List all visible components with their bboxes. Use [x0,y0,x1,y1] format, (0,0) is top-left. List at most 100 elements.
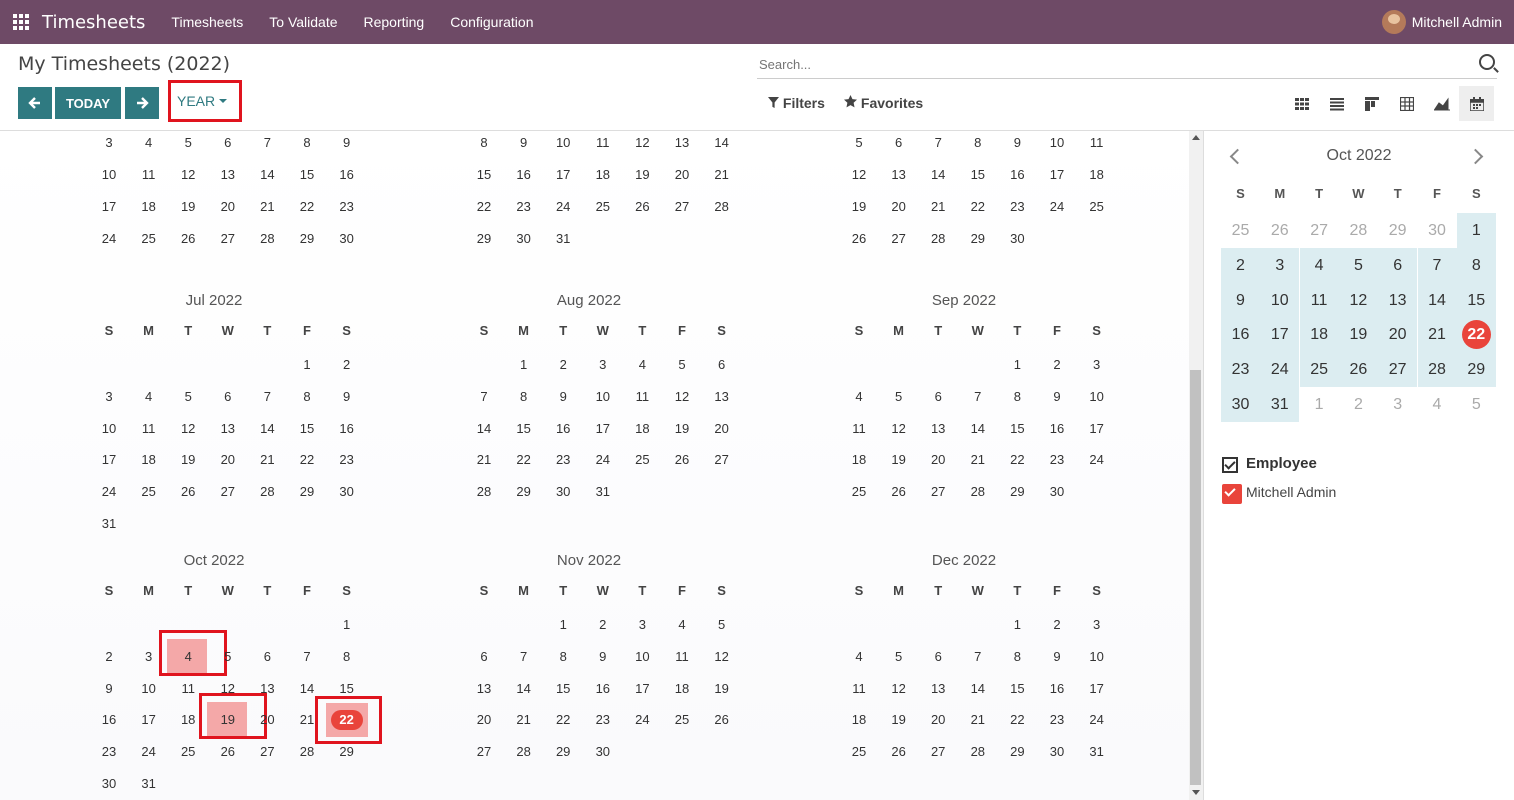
calendar-day[interactable]: 8 [509,387,539,407]
mini-calendar-day[interactable]: 2 [1339,387,1378,422]
calendar-day[interactable]: 30 [548,482,578,502]
calendar-day[interactable]: 2 [588,615,618,635]
calendar-day[interactable]: 6 [884,133,914,153]
calendar-day[interactable]: 8 [292,387,322,407]
calendar-day[interactable]: 7 [292,647,322,667]
grid-view-button[interactable] [1389,86,1424,121]
list-view-button[interactable] [1319,86,1354,121]
calendar-day[interactable]: 16 [1042,419,1072,439]
calendar-day[interactable]: 16 [1002,165,1032,185]
calendar-day[interactable]: 10 [588,387,618,407]
calendar-day[interactable]: 31 [1082,742,1112,762]
calendar-day[interactable]: 12 [627,133,657,153]
calendar-day[interactable]: 5 [844,133,874,153]
calendar-day[interactable]: 31 [94,514,124,534]
mini-calendar-day[interactable]: 10 [1260,282,1300,318]
calendar-day[interactable]: 15 [292,419,322,439]
calendar-day[interactable]: 22 [963,197,993,217]
calendar-day[interactable]: 6 [923,387,953,407]
calendar-day[interactable]: 18 [844,450,874,470]
mini-calendar-day[interactable]: 20 [1378,317,1418,353]
calendar-day[interactable]: 20 [707,419,737,439]
calendar-day[interactable]: 27 [884,229,914,249]
calendar-day[interactable]: 22 [548,710,578,730]
calendar-day[interactable]: 25 [667,710,697,730]
calendar-day[interactable]: 31 [548,229,578,249]
calendar-day[interactable]: 9 [588,647,618,667]
calendar-day[interactable]: 14 [923,165,953,185]
calendar-day[interactable]: 8 [548,647,578,667]
calendar-day[interactable]: 26 [707,710,737,730]
calendar-day[interactable]: 9 [1042,647,1072,667]
chevron-left-icon[interactable] [1229,148,1246,165]
mini-calendar-day[interactable]: 17 [1260,317,1300,353]
calendar-day[interactable]: 29 [509,482,539,502]
mini-calendar-day[interactable]: 8 [1456,247,1496,283]
calendar-day[interactable]: 23 [509,197,539,217]
calendar-day[interactable]: 20 [213,450,243,470]
calendar-day[interactable]: 11 [134,165,164,185]
calendar-day[interactable]: 28 [509,742,539,762]
calendar-day[interactable]: 1 [548,615,578,635]
calendar-day[interactable]: 10 [94,419,124,439]
calendar-day[interactable]: 1 [509,355,539,375]
calendar-day[interactable]: 13 [667,133,697,153]
calendar-day[interactable]: 15 [469,165,499,185]
mini-calendar-day[interactable]: 19 [1338,317,1378,353]
calendar-day[interactable]: 23 [1042,710,1072,730]
calendar-day[interactable]: 22 [1002,450,1032,470]
calendar-day[interactable]: 14 [963,679,993,699]
calendar-day[interactable]: 16 [509,165,539,185]
calendar-day[interactable]: 21 [252,450,282,470]
app-brand[interactable]: Timesheets [42,12,145,33]
calendar-day[interactable]: 3 [1082,355,1112,375]
calendar-day[interactable]: 7 [469,387,499,407]
calendar-day[interactable]: 18 [627,419,657,439]
calendar-day[interactable]: 1 [1002,355,1032,375]
calendar-day[interactable]: 16 [332,165,362,185]
calendar-day[interactable]: 12 [173,165,203,185]
mini-calendar-day[interactable]: 29 [1456,352,1496,388]
calendar-day[interactable]: 19 [844,197,874,217]
calendar-day[interactable]: 30 [332,482,362,502]
calendar-day[interactable]: 11 [588,133,618,153]
calendar-day[interactable]: 2 [1042,615,1072,635]
mini-calendar-day[interactable]: 22 [1456,317,1496,353]
mini-calendar-day[interactable]: 4 [1418,387,1457,422]
menu-configuration[interactable]: Configuration [450,14,533,30]
calendar-day[interactable]: 17 [627,679,657,699]
calendar-day[interactable]: 6 [213,133,243,153]
calendar-day[interactable]: 15 [509,419,539,439]
calendar-day[interactable]: 10 [1082,387,1112,407]
calendar-day[interactable]: 14 [509,679,539,699]
calendar-day[interactable]: 25 [844,742,874,762]
mini-calendar-day[interactable]: 23 [1221,352,1260,388]
calendar-day[interactable]: 15 [1002,419,1032,439]
calendar-day[interactable]: 2 [94,647,124,667]
calendar-day[interactable]: 19 [667,419,697,439]
calendar-day[interactable]: 4 [627,355,657,375]
calendar-day[interactable]: 17 [588,419,618,439]
calendar-day[interactable]: 29 [963,229,993,249]
calendar-day[interactable]: 26 [173,482,203,502]
calendar-day[interactable]: 29 [332,742,362,762]
calendar-day[interactable]: 17 [134,710,164,730]
calendar-day[interactable]: 10 [1042,133,1072,153]
calendar-day[interactable]: 18 [844,710,874,730]
calendar-day[interactable]: 20 [667,165,697,185]
calendar-day[interactable]: 13 [923,419,953,439]
mini-calendar-day[interactable]: 29 [1378,213,1417,248]
calendar-day[interactable]: 21 [509,710,539,730]
calendar-day[interactable]: 29 [1002,742,1032,762]
calendar-day[interactable]: 25 [134,229,164,249]
calendar-day[interactable]: 13 [213,165,243,185]
calendar-day[interactable]: 14 [707,133,737,153]
calendar-day[interactable]: 18 [1082,165,1112,185]
calendar-day[interactable]: 15 [292,165,322,185]
calendar-day[interactable]: 27 [469,742,499,762]
calendar-day[interactable]: 11 [1082,133,1112,153]
calendar-day[interactable]: 4 [844,387,874,407]
mini-calendar-day[interactable]: 12 [1338,282,1378,318]
mitchell-admin-checkbox[interactable] [1222,484,1242,504]
calendar-day[interactable]: 19 [884,450,914,470]
